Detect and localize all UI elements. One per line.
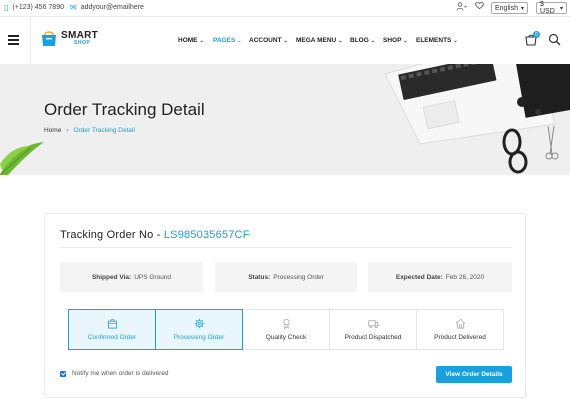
nav-pages[interactable]: PAGES ⌄ — [213, 37, 241, 44]
breadcrumb: Home › Order Tracking Detail — [44, 127, 135, 134]
user-icon[interactable] — [456, 2, 467, 13]
nav-label: HOME — [178, 37, 198, 44]
language-value: English — [495, 4, 518, 12]
step-label: Processing Order — [173, 334, 225, 341]
chevron-down-icon: ⌄ — [453, 37, 458, 44]
status-value: Processing Order — [273, 273, 324, 281]
cart-count-badge: 0 — [533, 31, 540, 38]
logo[interactable]: SMART SHOP — [40, 30, 98, 47]
truck-icon — [367, 320, 379, 329]
step-label: Confirmed Order — [87, 334, 137, 341]
nav-label: MEGA MENU — [296, 37, 337, 44]
divider — [60, 247, 512, 248]
nav-elements[interactable]: ELEMENTS ⌄ — [416, 37, 458, 44]
chevron-down-icon: ⌄ — [283, 37, 288, 44]
breadcrumb-current: Order Tracking Detail — [73, 127, 135, 134]
nav-label: SHOP — [383, 37, 402, 44]
shipped-via-value: UPS Ground — [134, 273, 172, 281]
page-banner: Order Tracking Detail Home › Order Track… — [0, 64, 570, 175]
nav-label: BLOG — [350, 37, 369, 44]
nav-label: ELEMENTS — [416, 37, 452, 44]
chevron-right-icon: › — [66, 127, 69, 134]
expected-date-box: Expected Date: Feb 26, 2020 — [368, 262, 512, 292]
chevron-down-icon: ⌄ — [403, 37, 408, 44]
search-icon[interactable] — [548, 33, 561, 46]
logo-subtitle: SHOP — [74, 40, 91, 46]
step-product-dispatched: Product Dispatched — [330, 309, 417, 350]
status-label: Status: — [248, 273, 271, 281]
nav-home[interactable]: HOME ⌄ — [178, 37, 204, 44]
nav-shop[interactable]: SHOP ⌄ — [383, 37, 408, 44]
mail-icon: ✉ — [70, 3, 77, 12]
phone-icon: ▯ — [4, 3, 9, 12]
currency-value: $ USD — [540, 1, 555, 15]
step-quality-check: Quality Check — [243, 309, 330, 350]
notify-label: Notify me when order is delivered — [72, 370, 169, 377]
plant-leaf-image — [0, 142, 44, 175]
step-confirmed-order: Confirmed Order — [68, 309, 156, 350]
step-label: Product Dispatched — [344, 334, 402, 341]
chevron-down-icon: ⌄ — [199, 37, 204, 44]
email-info[interactable]: ✉ addyour@emailhere — [70, 3, 144, 12]
shopping-bag-logo-icon — [40, 30, 58, 47]
notify-checkbox-row[interactable]: Notify me when order is delivered — [60, 370, 168, 377]
phone-info: ▯ (+123) 456 7890 — [4, 3, 64, 12]
shipped-via-label: Shipped Via: — [91, 273, 132, 281]
nav-mega-menu[interactable]: MEGA MENU ⌄ — [296, 37, 342, 44]
phone-number: (+123) 456 7890 — [12, 4, 64, 11]
nav-label: ACCOUNT — [249, 37, 282, 44]
step-product-delivered: Product Delivered — [417, 309, 504, 350]
page-title: Order Tracking Detail — [44, 100, 205, 119]
language-select[interactable]: English ▾ — [491, 2, 528, 14]
gear-icon — [194, 318, 204, 329]
currency-select[interactable]: $ USD ▾ — [536, 1, 567, 15]
laptop-desk-image — [384, 64, 570, 174]
chevron-down-icon: ▾ — [559, 5, 563, 12]
top-bar: ▯ (+123) 456 7890 ✉ addyour@emailhere En… — [0, 0, 570, 17]
breadcrumb-home[interactable]: Home — [44, 127, 61, 134]
menu-icon[interactable] — [8, 35, 19, 45]
divider — [30, 17, 31, 64]
chevron-down-icon: ⌄ — [338, 37, 343, 44]
shipped-via-box: Shipped Via: UPS Ground — [60, 262, 203, 292]
step-label: Quality Check — [265, 334, 307, 341]
expected-date-value: Feb 26, 2020 — [445, 273, 485, 281]
chevron-down-icon: ⌄ — [370, 37, 375, 44]
tracking-title-prefix: Tracking Order No - — [60, 229, 164, 241]
step-label: Product Delivered — [434, 334, 486, 341]
bag-icon — [107, 319, 117, 329]
tracking-title: Tracking Order No - LS985035657CF — [60, 229, 250, 241]
chevron-down-icon: ⌄ — [237, 37, 242, 44]
expected-date-label: Expected Date: — [395, 273, 443, 281]
chevron-down-icon: ▾ — [520, 5, 524, 12]
wishlist-icon[interactable] — [475, 1, 484, 13]
notify-checkbox[interactable] — [60, 370, 66, 377]
status-box: Status: Processing Order — [215, 262, 357, 292]
step-processing-order: Processing Order — [156, 309, 243, 350]
order-progress-steps: Confirmed Order Processing Order Quality… — [68, 309, 504, 350]
main-header: SMART SHOP HOME ⌄ PAGES ⌄ ACCOUNT ⌄ MEGA ME… — [0, 17, 570, 64]
badge-icon — [282, 318, 290, 329]
tracking-number: LS985035657CF — [163, 229, 250, 241]
email-address[interactable]: addyour@emailhere — [81, 4, 144, 11]
nav-blog[interactable]: BLOG ⌄ — [350, 37, 375, 44]
home-icon — [455, 318, 465, 329]
nav-label: PAGES — [213, 37, 236, 44]
view-order-details-button[interactable]: View Order Details — [436, 366, 512, 383]
nav-account[interactable]: ACCOUNT ⌄ — [249, 37, 288, 44]
order-tracking-card: Tracking Order No - LS985035657CF Shippe… — [44, 213, 526, 398]
